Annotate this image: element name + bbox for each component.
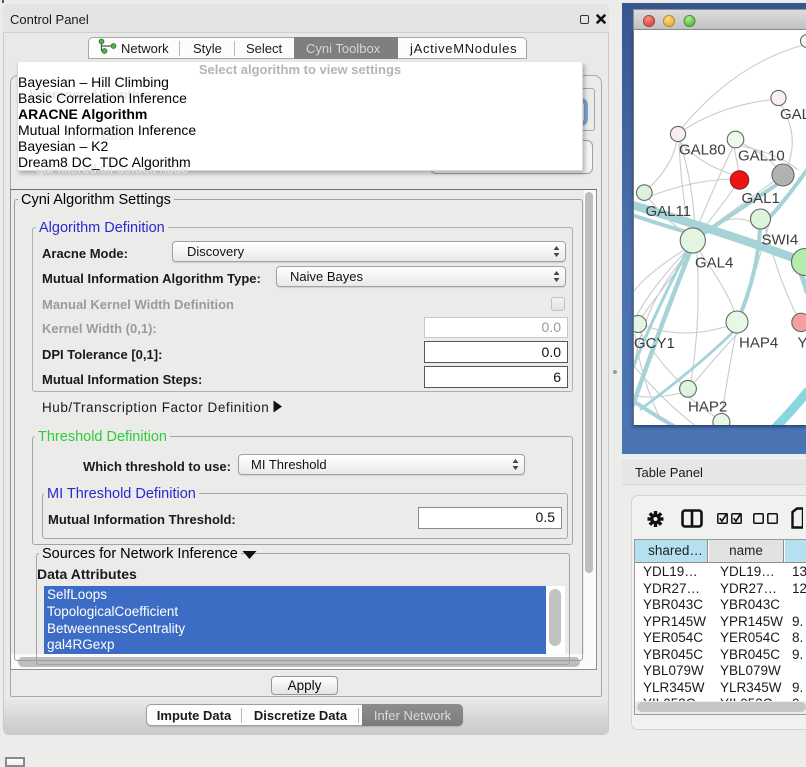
svg-text:HAP4: HAP4 (739, 335, 778, 352)
svg-text:GCY1: GCY1 (634, 335, 675, 352)
svg-text:HAP2: HAP2 (688, 399, 727, 416)
svg-text:GAL80: GAL80 (679, 142, 726, 159)
svg-text:GAL1: GAL1 (742, 190, 780, 207)
svg-text:GAL: GAL (780, 106, 806, 123)
svg-text:GAL10: GAL10 (738, 148, 785, 165)
svg-text:Y: Y (798, 335, 806, 352)
svg-text:GAL11: GAL11 (646, 203, 692, 220)
svg-text:GAL4: GAL4 (695, 255, 733, 272)
svg-text:SWI4: SWI4 (762, 232, 799, 249)
